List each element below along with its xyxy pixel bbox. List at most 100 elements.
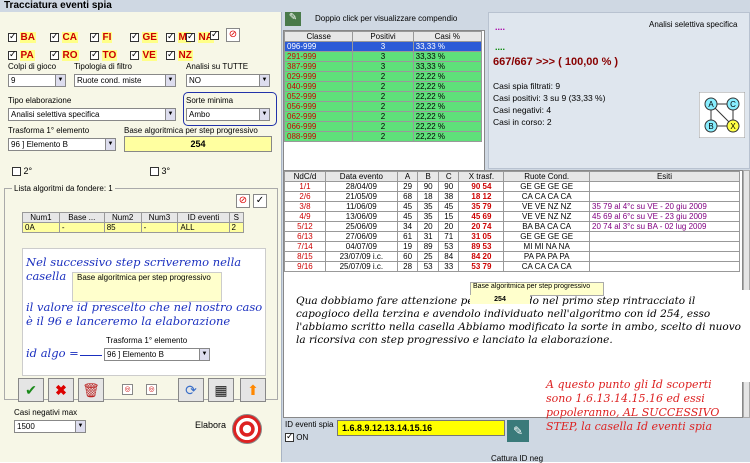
event-row[interactable]: 6/13 27/06/09 61 31 71 31 05 GE GE GE GE [284,231,740,242]
checkbox[interactable] [130,31,139,43]
clear-icon[interactable]: ⊘ [226,28,240,42]
event-cell: 38 [437,191,460,202]
cycle-icon[interactable]: ⟳ [178,378,204,402]
city-label: TO [101,50,118,61]
small-stop-icon-1[interactable]: ◎ [122,384,133,395]
up-arrow-icon[interactable]: ⬆ [240,378,266,402]
id-spia-input[interactable]: 1.6.8.9.12.13.14.15.16 [337,420,505,436]
classe-cell: 029-999 [284,71,354,82]
city-checkbox-ba[interactable]: BA [8,31,36,43]
tipo-elab-select[interactable]: Analisi selettiva specifica ▼ [8,108,176,121]
event-cell: 33 [437,261,460,272]
classe-row[interactable]: 052-999 2 22,22 % [284,91,483,102]
event-row[interactable]: 8/15 23/07/09 i.c. 60 25 84 84 20 PA PA PA PA [284,251,740,262]
city-checkbox-pa[interactable]: PA [8,49,35,61]
classe-row[interactable]: 291-999 3 33,33 % [284,51,483,62]
checkbox[interactable] [90,31,99,43]
classe-row[interactable]: 088-999 2 22,22 % [284,131,483,142]
classe-row[interactable]: 096-999 3 33,33 % [284,41,483,52]
classe-row[interactable]: 056-999 2 22,22 % [284,101,483,112]
event-row[interactable]: 4/9 13/06/09 45 35 15 45 69 VE VE NZ NZ 45 69 a… [284,211,740,222]
event-row[interactable]: 1/1 28/04/09 29 90 90 90 54 GE GE GE GE [284,181,740,192]
event-row[interactable]: 3/8 11/06/09 45 35 45 35 79 VE VE NZ NZ 35 79 a… [284,201,740,212]
city-checkbox-to[interactable]: TO [90,49,118,61]
left-note-arrow [80,350,102,356]
sorte-select[interactable]: Ambo ▼ [186,108,270,121]
small-stop-icon-2[interactable]: ◎ [146,384,157,395]
algo-cell: 2 [228,222,245,233]
event-cell: 53 [437,241,460,252]
event-cell: 35 79 al 4°c su VE - 20 giu 2009 [589,201,740,212]
events-col-header: Esiti [589,171,740,182]
event-cell [589,181,740,192]
checkbox[interactable] [8,49,17,61]
event-cell [589,251,740,262]
result-text: 667/667 >>> ( 100,00 % ) [493,56,619,68]
casi-neg-select[interactable]: 1500 ▼ [14,420,86,433]
city-checkbox-ve[interactable]: VE [130,49,157,61]
event-cell: 25/07/09 i.c. [324,261,398,272]
checkbox[interactable] [50,49,59,61]
run-icon[interactable]: ✔ [18,378,44,402]
left-panel: BA CA FI GE MI NA PA RO TO VE NZ ⊘ Colpi… [0,12,282,462]
compendio-icon[interactable]: ✎ [285,12,301,26]
algo-col-header: Num3 [140,212,179,223]
checkbox[interactable] [50,31,59,43]
city-checkbox-ro[interactable]: RO [50,49,79,61]
event-cell: 28/04/09 [324,181,398,192]
bucket-icon[interactable]: 🗑 [78,378,104,402]
classe-cell: 3 [352,41,414,52]
city-checkbox-ge[interactable]: GE [130,31,158,43]
tipologia-select[interactable]: Ruote cond. miste ▼ [74,74,176,87]
stat-line: Casi in corso: 2 [493,117,552,127]
classe-row[interactable]: 040-999 2 22,22 % [284,81,483,92]
analisi-sel-label: Analisi selettiva specifica [649,20,738,29]
base-input[interactable]: 254 [124,136,272,152]
event-row[interactable]: 9/16 25/07/09 i.c. 28 53 33 53 79 CA CA CA CA [284,261,740,272]
event-cell: 21/05/09 [324,191,398,202]
city-checkbox-ca[interactable]: CA [50,31,78,43]
on-checkbox[interactable]: ON [285,431,308,443]
event-row[interactable]: 7/14 04/07/09 19 89 53 89 53 MI MI NA NA [284,241,740,252]
classe-row[interactable]: 387-999 3 33,33 % [284,61,483,72]
cattura-icon[interactable]: ✎ [507,420,529,442]
events-col-header: X trasf. [458,171,505,182]
event-cell: 35 79 [458,201,505,212]
checkbox[interactable] [130,49,139,61]
checkbox[interactable] [90,49,99,61]
classe-row[interactable]: 066-999 2 22,22 % [284,121,483,132]
delete-algo-icon[interactable]: ⊘ [236,194,250,208]
trasforma-select[interactable]: 96 ] Elemento B ▼ [8,138,116,151]
checkbox[interactable] [8,31,17,43]
city-label: VE [141,50,157,61]
grid-icon[interactable]: ▦ [208,378,234,402]
event-cell: 1/1 [284,181,326,192]
app-window: Tracciatura eventi spia BA CA FI GE MI N… [0,0,750,463]
checkbox[interactable] [166,31,175,43]
classe-cell: 22,22 % [412,71,483,82]
analisi-tutte-select[interactable]: NO ▼ [186,74,270,87]
event-row[interactable]: 5/12 25/06/09 34 20 20 20 74 BA BA CA CA 20 74 … [284,221,740,232]
city-checkbox-nz[interactable]: NZ [166,49,193,61]
classe-cell: 096-999 [284,41,354,52]
classe-row[interactable]: 029-999 2 22,22 % [284,71,483,82]
checkbox[interactable] [166,49,175,61]
event-cell: 68 [396,191,419,202]
event-cell: MI MI NA NA [503,241,590,252]
second-checkbox[interactable]: 2° [12,166,32,177]
third-checkbox[interactable]: 3° [150,166,170,177]
event-row[interactable]: 2/6 21/05/09 68 18 38 18 12 CA CA CA CA [284,191,740,202]
confirm-algo-icon[interactable]: ✓ [253,194,267,208]
stop-icon[interactable]: ✖ [48,378,74,402]
city-label: GE [141,32,158,43]
city-checkbox-fi[interactable]: FI [90,31,113,43]
event-cell: 90 [437,181,460,192]
classe-row[interactable]: 062-999 2 22,22 % [284,111,483,122]
check-all-toggle[interactable] [210,29,219,41]
events-col-header: A [396,171,419,182]
checkbox[interactable] [186,31,195,43]
colpi-select[interactable]: 9 ▼ [8,74,66,87]
target-icon[interactable] [232,414,262,444]
lista-label: Lista algoritmi da fondere: 1 [12,184,115,193]
left-note-id: id algo = [26,346,79,360]
